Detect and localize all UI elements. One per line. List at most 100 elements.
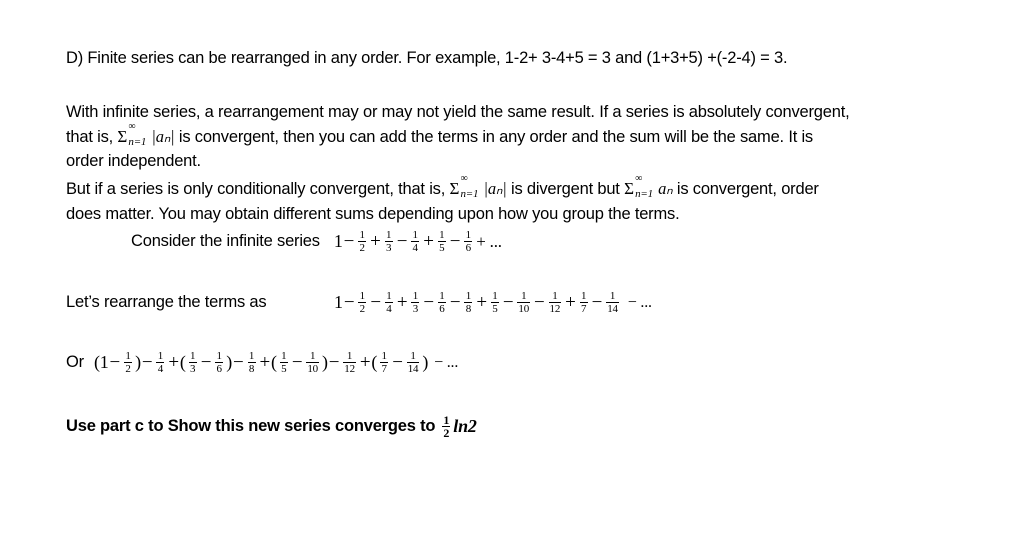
grouped-operator: + [168, 351, 179, 373]
series-term: 16 [464, 229, 473, 254]
rearranged-lead-term: 1 [334, 292, 343, 312]
rearranged-term: 15 [490, 290, 499, 315]
fraction-numerator: 1 [552, 290, 558, 302]
fraction-denominator: 6 [439, 303, 445, 315]
fraction-numerator: 1 [346, 350, 353, 362]
fraction-denominator: 10 [518, 303, 530, 315]
grouped-operator: − [233, 351, 244, 373]
sigma-lower: n=1 [128, 136, 147, 148]
fraction-numerator: 1 [410, 350, 416, 362]
open-paren: ( [371, 352, 378, 372]
series-operator: − [343, 230, 355, 252]
fraction-denominator: 12 [344, 363, 355, 375]
grouped-term: 12 [124, 350, 133, 375]
para2-line2: does matter. You may obtain different su… [66, 205, 680, 224]
fraction-denominator: 7 [581, 303, 587, 315]
fraction-denominator: 4 [157, 363, 164, 375]
fraction-denominator: 3 [412, 303, 419, 315]
task-frac-den: 2 [443, 426, 450, 440]
sigma-glyph: Σ [449, 179, 460, 198]
fraction-denominator: 2 [125, 363, 131, 375]
fraction-numerator: 1 [581, 290, 587, 302]
grouped-operator: − [109, 351, 121, 373]
para1-text-3: order independent. [66, 152, 201, 170]
rearranged-operator: + [565, 291, 576, 313]
rearranged-term: 12 [358, 290, 367, 315]
series-term: 12 [358, 229, 367, 254]
sigma-symbol: Σ ∞ n=1 [117, 121, 146, 148]
an: aₙ [658, 179, 673, 198]
fraction-denominator: 14 [607, 303, 618, 315]
para1-text-2a: that is, [66, 128, 118, 146]
open-paren: ( [179, 352, 186, 372]
grouped-term: 15 [279, 350, 288, 375]
rearranged-operator: − [343, 291, 355, 313]
task-statement: Use part c to Show this new series conve… [66, 414, 477, 439]
fraction-denominator: 2 [359, 303, 366, 315]
para1-text-2b: is convergent, then you can add the term… [174, 128, 813, 146]
para2-text-1a: But if a series is only conditionally co… [66, 180, 450, 198]
consider-series: Consider the infinite series 1− 1 2 +1 3−1 4 +1… [131, 229, 503, 254]
sigma-upper: ∞ [128, 121, 136, 132]
rearranged-operator: − [370, 291, 381, 313]
fraction-numerator: 1 [412, 290, 419, 302]
sum-abs-an: Σ ∞ n=1 [117, 121, 151, 148]
series-operator: − [396, 230, 408, 252]
series-lead-term: 1 [333, 231, 343, 251]
para2-text-1c: is convergent, order [672, 180, 819, 198]
rearranged-operator: − [502, 291, 514, 313]
rearranged-term: 14 [384, 290, 393, 315]
sigma-symbol: Σ ∞ n=1 [449, 173, 478, 200]
grouped-operator: − [200, 351, 212, 373]
grouped-operator: − [291, 351, 303, 373]
fraction-denominator: 6 [465, 242, 472, 254]
sigma-upper: ∞ [460, 173, 468, 184]
rearranged-operator: − [591, 291, 603, 313]
grouped-terms: (1− 1 2)− 1 4 +(1 3−1 6)− 1 8 +(1 5−1 10)− 1 12 +(1 7−1 1… [94, 350, 428, 375]
para1-text-1: With infinite series, a rearrangement ma… [66, 103, 850, 121]
fraction-denominator: 12 [549, 303, 561, 315]
grouped-term: 13 [188, 350, 197, 375]
sum-an: Σ ∞ n=1 [624, 173, 658, 200]
fraction-numerator: 1 [281, 350, 287, 362]
rearranged-term: 1 12 [548, 290, 562, 315]
fraction-numerator: 1 [381, 350, 388, 362]
sigma-glyph: Σ [624, 179, 634, 198]
abs-an: |aₙ| [151, 127, 175, 146]
series-terms: −1 2 +1 3−1 4 +1 5−1 6 [343, 229, 476, 254]
fraction-denominator: 14 [407, 363, 419, 375]
grouped-lead-term: 1 [99, 352, 109, 372]
grouped-term: 16 [215, 350, 224, 375]
fraction-numerator: 1 [216, 350, 223, 362]
sum-abs-an-2: Σ ∞ n=1 [449, 173, 483, 200]
rearranged-term: 1 10 [517, 290, 531, 315]
close-paren: ) [226, 352, 232, 372]
para1-line1: With infinite series, a rearrangement ma… [66, 103, 850, 122]
part-d-statement: D) Finite series can be rearranged in an… [66, 49, 788, 68]
para1-line3: order independent. [66, 152, 201, 171]
open-paren: ( [271, 352, 277, 372]
fraction-numerator: 1 [439, 229, 445, 241]
series-term: 13 [384, 229, 393, 254]
fraction-numerator: 1 [609, 290, 616, 302]
fraction-denominator: 3 [190, 363, 196, 375]
fraction-numerator: 1 [157, 350, 164, 362]
series-term: 15 [437, 229, 446, 254]
fraction-numerator: 1 [386, 290, 392, 302]
close-paren: ) [321, 352, 328, 372]
series-operator: − [449, 230, 461, 252]
fraction-numerator: 1 [125, 350, 131, 362]
grouped-operator: − [392, 351, 403, 373]
task-frac-num: 1 [443, 413, 450, 427]
fraction-denominator: 7 [381, 363, 388, 375]
rearranged-operator: − [423, 291, 434, 313]
fraction-denominator: 6 [216, 363, 223, 375]
grouped-term: 17 [380, 350, 389, 375]
rearranged-terms: −1 2−1 4 +1 3−1 6−1 8 +1 5−1 10−1 12 +1 7−1 14 [343, 290, 622, 315]
part-d-text: D) Finite series can be rearranged in an… [66, 49, 788, 67]
rearranged-term: 18 [464, 290, 473, 315]
para2-text-1b: is divergent but [506, 180, 625, 198]
close-paren: ) [135, 352, 141, 372]
fraction-numerator: 1 [439, 290, 445, 302]
fraction-denominator: 10 [307, 363, 318, 375]
